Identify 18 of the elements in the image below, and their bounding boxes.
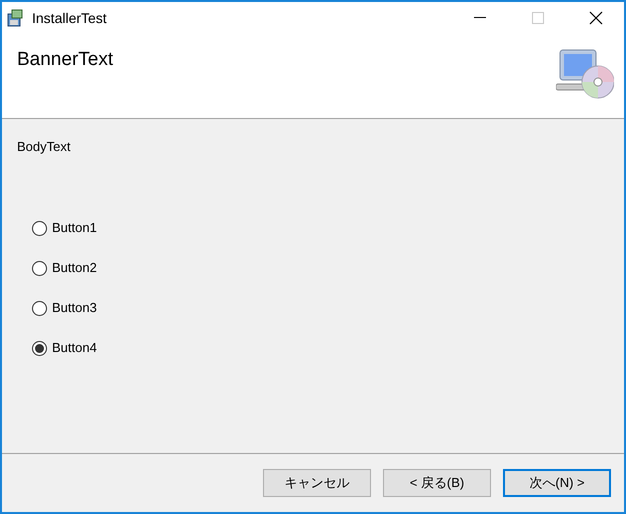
radio-button[interactable] — [32, 340, 47, 356]
wizard-button[interactable]: キャンセル — [263, 469, 371, 497]
radio-button[interactable] — [32, 260, 47, 276]
close-icon — [589, 11, 603, 25]
radio-option[interactable]: Button2 — [32, 258, 97, 278]
minimize-icon — [474, 17, 486, 19]
radio-button[interactable] — [32, 220, 47, 236]
banner-text: BannerText — [17, 48, 114, 72]
wizard-button[interactable]: 次へ(N) > — [503, 469, 611, 497]
window-title: InstallerTest — [32, 8, 107, 28]
maximize-icon — [532, 12, 544, 24]
radio-option[interactable]: Button3 — [32, 298, 97, 318]
radio-button[interactable] — [32, 300, 47, 316]
radio-option[interactable]: Button4 — [32, 338, 97, 358]
body-text: BodyText — [17, 138, 70, 156]
wizard-button[interactable]: < 戻る(B) — [383, 469, 491, 497]
computer-disc-icon — [556, 48, 614, 100]
radio-option[interactable]: Button1 — [32, 218, 97, 238]
